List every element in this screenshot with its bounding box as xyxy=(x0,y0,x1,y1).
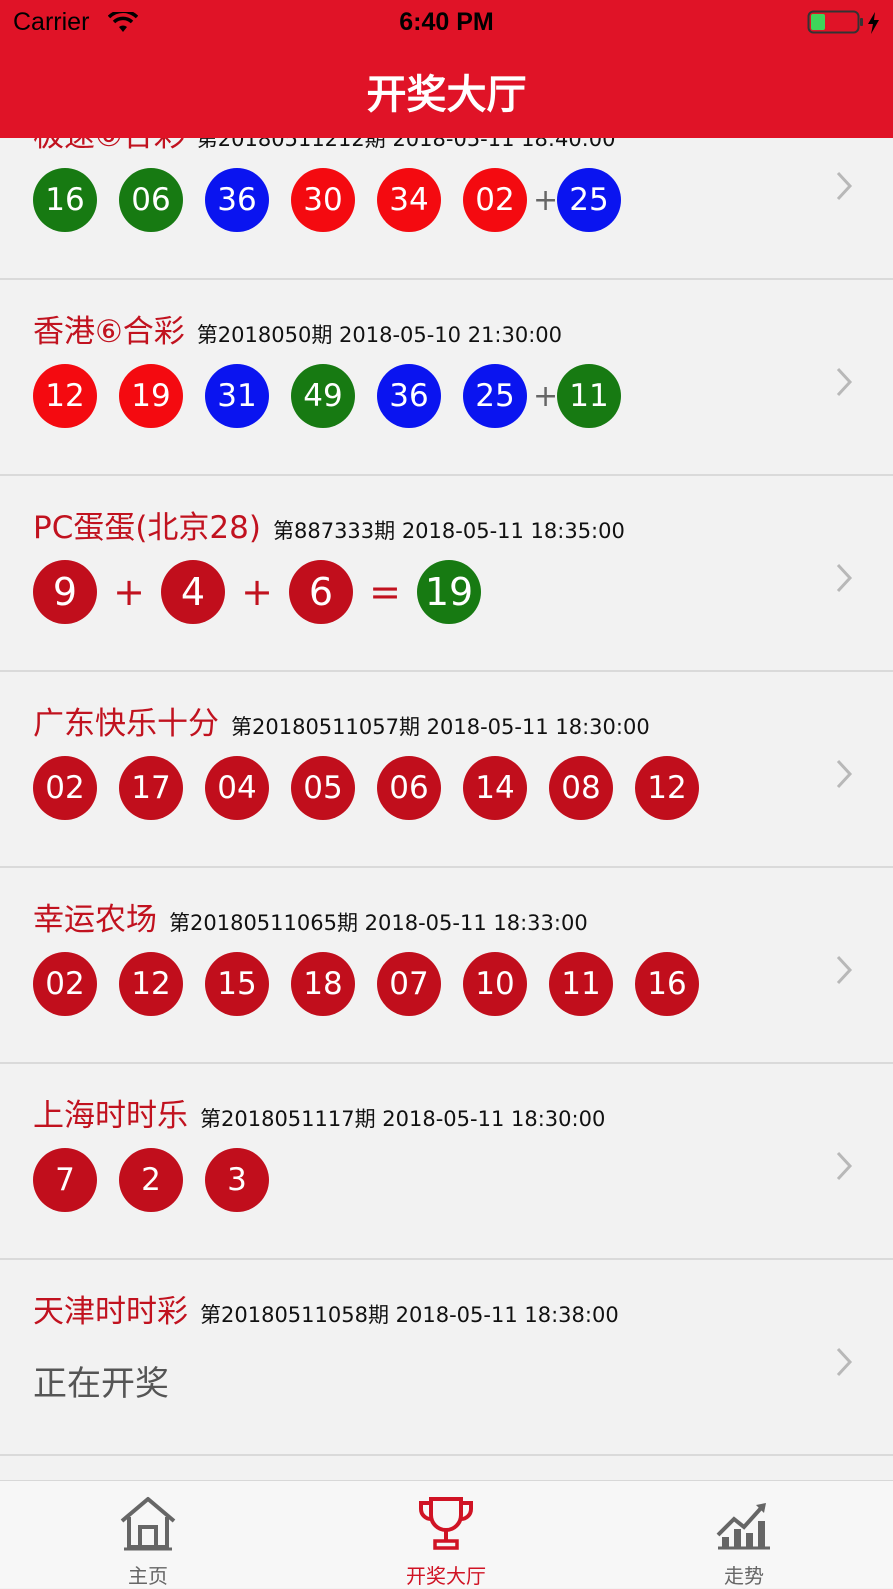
lottery-row-pc-dandan[interactable]: PC蛋蛋(北京28) 第887333期 2018-05-11 18:35:00 9… xyxy=(0,478,893,672)
lottery-row-xingyun-nongchang[interactable]: 幸运农场 第20180511065期 2018-05-11 18:33:00 02… xyxy=(0,870,893,1064)
trophy-icon xyxy=(418,1497,474,1550)
nav-header: Carrier 6:40 PM 开奖大厅 xyxy=(0,0,893,138)
draw-info: 第2018050期 2018-05-10 21:30:00 xyxy=(196,323,563,347)
plus-sign: + xyxy=(533,378,559,414)
number-ball: 2 xyxy=(119,1148,183,1212)
special-number-ball: 11 xyxy=(557,364,621,428)
row-header: PC蛋蛋(北京28) 第887333期 2018-05-11 18:35:00 xyxy=(33,502,625,547)
status-bar: Carrier 6:40 PM xyxy=(0,0,893,44)
number-ball: 4 xyxy=(161,560,225,624)
equals-operator: = xyxy=(369,570,401,614)
result-balls: 02 12 15 18 07 10 11 16 xyxy=(33,952,721,1016)
number-ball: 9 xyxy=(33,560,97,624)
number-ball: 06 xyxy=(119,168,183,232)
number-ball: 18 xyxy=(291,952,355,1016)
chevron-right-icon xyxy=(836,171,853,201)
lottery-name: PC蛋蛋(北京28) xyxy=(33,510,261,546)
house-icon xyxy=(120,1497,176,1551)
lottery-name: 广东快乐十分 xyxy=(33,706,219,742)
number-ball: 05 xyxy=(291,756,355,820)
sum-ball: 19 xyxy=(417,560,481,624)
number-ball: 36 xyxy=(205,168,269,232)
number-ball: 02 xyxy=(33,756,97,820)
number-ball: 12 xyxy=(119,952,183,1016)
number-ball: 04 xyxy=(205,756,269,820)
row-header: 香港⑥合彩 第2018050期 2018-05-10 21:30:00 xyxy=(33,306,562,351)
tab-home-label: 主页 xyxy=(128,1564,168,1588)
lottery-name: 幸运农场 xyxy=(33,902,157,938)
number-ball: 19 xyxy=(119,364,183,428)
chevron-right-icon xyxy=(836,759,853,789)
number-ball: 3 xyxy=(205,1148,269,1212)
row-header: 上海时时乐 第2018051117期 2018-05-11 18:30:00 xyxy=(33,1090,605,1135)
tab-trend[interactable]: 走势 xyxy=(684,1481,804,1588)
tab-draw-hall[interactable]: 开奖大厅 xyxy=(386,1481,506,1588)
number-ball: 12 xyxy=(33,364,97,428)
lottery-name: 天津时时彩 xyxy=(33,1294,188,1330)
chevron-right-icon xyxy=(836,1347,853,1377)
draw-info: 第2018051117期 2018-05-11 18:30:00 xyxy=(200,1107,606,1131)
chevron-right-icon xyxy=(836,955,853,985)
number-ball: 30 xyxy=(291,168,355,232)
tab-home[interactable]: 主页 xyxy=(88,1481,208,1588)
lottery-row-shanghai-shishile[interactable]: 上海时时乐 第2018051117期 2018-05-11 18:30:00 7 … xyxy=(0,1066,893,1260)
row-header: 广东快乐十分 第20180511057期 2018-05-11 18:30:00 xyxy=(33,698,650,743)
number-ball: 36 xyxy=(377,364,441,428)
row-header: 天津时时彩 第20180511058期 2018-05-11 18:38:00 xyxy=(33,1286,619,1331)
number-ball: 31 xyxy=(205,364,269,428)
plus-operator: + xyxy=(113,570,145,614)
number-ball: 49 xyxy=(291,364,355,428)
number-ball: 17 xyxy=(119,756,183,820)
draw-info: 第887333期 2018-05-11 18:35:00 xyxy=(272,519,625,543)
number-ball: 16 xyxy=(33,168,97,232)
plus-operator: + xyxy=(241,570,273,614)
drawing-status: 正在开奖 xyxy=(33,1364,169,1404)
tab-draw-hall-label: 开奖大厅 xyxy=(406,1564,486,1588)
number-ball: 02 xyxy=(33,952,97,1016)
chevron-right-icon xyxy=(836,563,853,593)
result-balls: 9 + 4 + 6 = 19 xyxy=(33,560,503,624)
special-number-ball: 25 xyxy=(557,168,621,232)
number-ball: 15 xyxy=(205,952,269,1016)
lottery-row-tianjin-shishicai[interactable]: 天津时时彩 第20180511058期 2018-05-11 18:38:00 正… xyxy=(0,1262,893,1456)
tab-bar: 主页 开奖大厅 走势 xyxy=(0,1480,893,1588)
chevron-right-icon xyxy=(836,1151,853,1181)
lottery-results-list[interactable]: 极速⑥合彩第20180511212期 2018-05-11 18:40:00 1… xyxy=(0,0,893,1480)
number-ball: 25 xyxy=(463,364,527,428)
plus-sign: + xyxy=(533,182,559,218)
result-balls: 7 2 3 xyxy=(33,1148,291,1212)
result-balls: 16 06 36 30 34 02 + 25 xyxy=(33,168,643,232)
chevron-right-icon xyxy=(836,367,853,397)
tab-trend-label: 走势 xyxy=(724,1564,764,1588)
lottery-name: 香港⑥合彩 xyxy=(33,314,185,350)
number-ball: 07 xyxy=(377,952,441,1016)
number-ball: 6 xyxy=(289,560,353,624)
number-ball: 11 xyxy=(549,952,613,1016)
lottery-row-guangdong-kuaile-shifen[interactable]: 广东快乐十分 第20180511057期 2018-05-11 18:30:00 … xyxy=(0,674,893,868)
number-ball: 06 xyxy=(377,756,441,820)
result-balls: 12 19 31 49 36 25 + 11 xyxy=(33,364,643,428)
number-ball: 16 xyxy=(635,952,699,1016)
lottery-name: 上海时时乐 xyxy=(33,1098,188,1134)
trend-chart-icon xyxy=(716,1503,770,1550)
draw-info: 第20180511065期 2018-05-11 18:33:00 xyxy=(169,911,588,935)
number-ball: 10 xyxy=(463,952,527,1016)
number-ball: 34 xyxy=(377,168,441,232)
page-title: 开奖大厅 xyxy=(366,72,527,118)
draw-info: 第20180511058期 2018-05-11 18:38:00 xyxy=(200,1303,619,1327)
result-balls: 02 17 04 05 06 14 08 12 xyxy=(33,756,721,820)
clock: 6:40 PM xyxy=(399,8,494,36)
number-ball: 02 xyxy=(463,168,527,232)
number-ball: 12 xyxy=(635,756,699,820)
number-ball: 14 xyxy=(463,756,527,820)
row-header: 幸运农场 第20180511065期 2018-05-11 18:33:00 xyxy=(33,894,588,939)
draw-info: 第20180511057期 2018-05-11 18:30:00 xyxy=(231,715,650,739)
battery-icon xyxy=(807,10,879,34)
lottery-row-xianggang-liuhecai[interactable]: 香港⑥合彩 第2018050期 2018-05-10 21:30:00 12 19… xyxy=(0,282,893,476)
number-ball: 7 xyxy=(33,1148,97,1212)
number-ball: 08 xyxy=(549,756,613,820)
